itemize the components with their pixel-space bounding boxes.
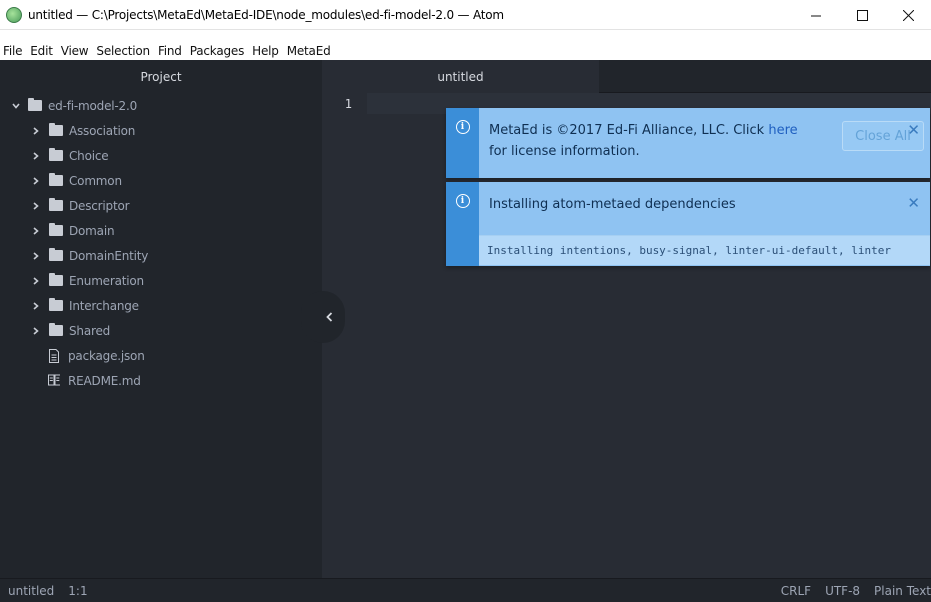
install-notification: i Installing atom-metaed dependencies ✕ … <box>446 182 930 266</box>
menu-bar: File Edit View Selection Find Packages H… <box>0 42 931 60</box>
tree-folder-choice[interactable]: Choice <box>0 143 322 168</box>
folder-icon <box>49 273 63 286</box>
folder-icon <box>28 98 42 111</box>
tree-file-label: README.md <box>68 373 141 388</box>
tree-folder-label: Interchange <box>69 298 139 313</box>
tree-collapse-toggle[interactable] <box>301 291 345 343</box>
tree-folder-label: Shared <box>69 323 111 338</box>
tree-file-label: package.json <box>68 348 145 363</box>
status-encoding[interactable]: UTF-8 <box>825 584 860 598</box>
tree-folder-label: Descriptor <box>69 198 130 213</box>
folder-icon <box>49 173 63 186</box>
notification-body: MetaEd is ©2017 Ed-Fi Alliance, LLC. Cli… <box>479 108 930 178</box>
title-bar: untitled — C:\Projects\MetaEd\MetaEd-IDE… <box>0 0 931 30</box>
status-cursor-position[interactable]: 1:1 <box>68 584 87 598</box>
chevron-right-icon <box>33 201 45 210</box>
menu-file[interactable]: File <box>0 44 26 58</box>
tree-folder-descriptor[interactable]: Descriptor <box>0 193 322 218</box>
chevron-right-icon <box>33 176 45 185</box>
notification-detail: Installing intentions, busy-signal, lint… <box>479 235 930 265</box>
tree-folder-label: DomainEntity <box>69 248 149 263</box>
tree-folder-enumeration[interactable]: Enumeration <box>0 268 322 293</box>
tree-folder-shared[interactable]: Shared <box>0 318 322 343</box>
folder-icon <box>49 223 63 236</box>
tree-folder-interchange[interactable]: Interchange <box>0 293 322 318</box>
tab-untitled[interactable]: untitled <box>322 60 599 93</box>
tree-root-folder[interactable]: ed-fi-model-2.0 <box>0 93 322 118</box>
tree-folder-common[interactable]: Common <box>0 168 322 193</box>
menu-find[interactable]: Find <box>154 44 186 58</box>
status-line-ending[interactable]: CRLF <box>781 584 811 598</box>
notification-body: Installing atom-metaed dependencies ✕ In… <box>479 182 930 266</box>
menu-metaed[interactable]: MetaEd <box>283 44 335 58</box>
notification-text: MetaEd is ©2017 Ed-Fi Alliance, LLC. Cli… <box>489 123 765 138</box>
maximize-button[interactable] <box>839 0 885 30</box>
menu-help[interactable]: Help <box>248 44 283 58</box>
folder-icon <box>49 298 63 311</box>
tree-folder-label: Domain <box>69 223 115 238</box>
chevron-right-icon <box>33 326 45 335</box>
status-bar: untitled 1:1 CRLF UTF-8 Plain Text <box>0 578 931 602</box>
tree-folder-association[interactable]: Association <box>0 118 322 143</box>
menu-bar-spacer <box>0 30 931 42</box>
menu-view[interactable]: View <box>57 44 93 58</box>
close-icon[interactable]: ✕ <box>907 194 920 212</box>
close-icon <box>902 9 914 21</box>
folder-icon <box>49 323 63 336</box>
menu-selection[interactable]: Selection <box>92 44 154 58</box>
tree-file-package-json[interactable]: package.json <box>0 343 322 368</box>
file-text-icon <box>48 348 60 363</box>
chevron-right-icon <box>33 301 45 310</box>
tree-file-readme[interactable]: README.md <box>0 368 322 393</box>
chevron-right-icon <box>33 276 45 285</box>
license-notification: i MetaEd is ©2017 Ed-Fi Alliance, LLC. C… <box>446 108 930 178</box>
menu-edit[interactable]: Edit <box>26 44 56 58</box>
chevron-left-icon <box>326 312 333 322</box>
chevron-right-icon <box>33 126 45 135</box>
close-window-button[interactable] <box>885 0 931 30</box>
book-icon <box>48 374 60 388</box>
status-right: CRLF UTF-8 Plain Text <box>781 579 931 602</box>
tree-folder-domain[interactable]: Domain <box>0 218 322 243</box>
tree-folder-label: Common <box>69 173 122 188</box>
chevron-right-icon <box>33 226 45 235</box>
project-tree: ed-fi-model-2.0 Association Choice Commo… <box>0 93 322 578</box>
chevron-down-icon <box>12 102 24 109</box>
minimize-button[interactable] <box>793 0 839 30</box>
line-number: 1 <box>344 97 352 111</box>
notification-message: Installing atom-metaed dependencies <box>489 197 736 212</box>
info-icon: i <box>455 120 470 134</box>
atom-app-icon <box>6 6 22 23</box>
maximize-icon <box>856 9 868 21</box>
status-file-name[interactable]: untitled <box>8 584 54 598</box>
tree-folder-label: Association <box>69 123 136 138</box>
minimize-icon <box>810 15 821 16</box>
project-panel-header[interactable]: Project <box>0 60 322 93</box>
notification-text: for license information. <box>489 144 640 159</box>
notification-icon-column: i <box>446 108 479 178</box>
tree-folder-label: Choice <box>69 148 109 163</box>
license-link[interactable]: here <box>768 123 797 138</box>
notification-message: MetaEd is ©2017 Ed-Fi Alliance, LLC. Cli… <box>479 108 809 162</box>
folder-icon <box>49 198 63 211</box>
status-grammar[interactable]: Plain Text <box>874 584 931 598</box>
close-icon[interactable]: ✕ <box>907 121 920 139</box>
notification-icon-column: i <box>446 182 479 266</box>
chevron-right-icon <box>33 251 45 260</box>
folder-icon <box>49 123 63 136</box>
tree-root-label: ed-fi-model-2.0 <box>48 98 137 113</box>
folder-icon <box>49 248 63 261</box>
tree-folder-domainentity[interactable]: DomainEntity <box>0 243 322 268</box>
window-controls <box>793 0 931 30</box>
tree-folder-label: Enumeration <box>69 273 144 288</box>
tab-row: Project untitled <box>0 60 931 93</box>
chevron-right-icon <box>33 151 45 160</box>
folder-icon <box>49 148 63 161</box>
status-left: untitled 1:1 <box>0 584 88 598</box>
menu-packages[interactable]: Packages <box>186 44 248 58</box>
window-title: untitled — C:\Projects\MetaEd\MetaEd-IDE… <box>28 7 504 22</box>
info-icon: i <box>455 194 470 208</box>
